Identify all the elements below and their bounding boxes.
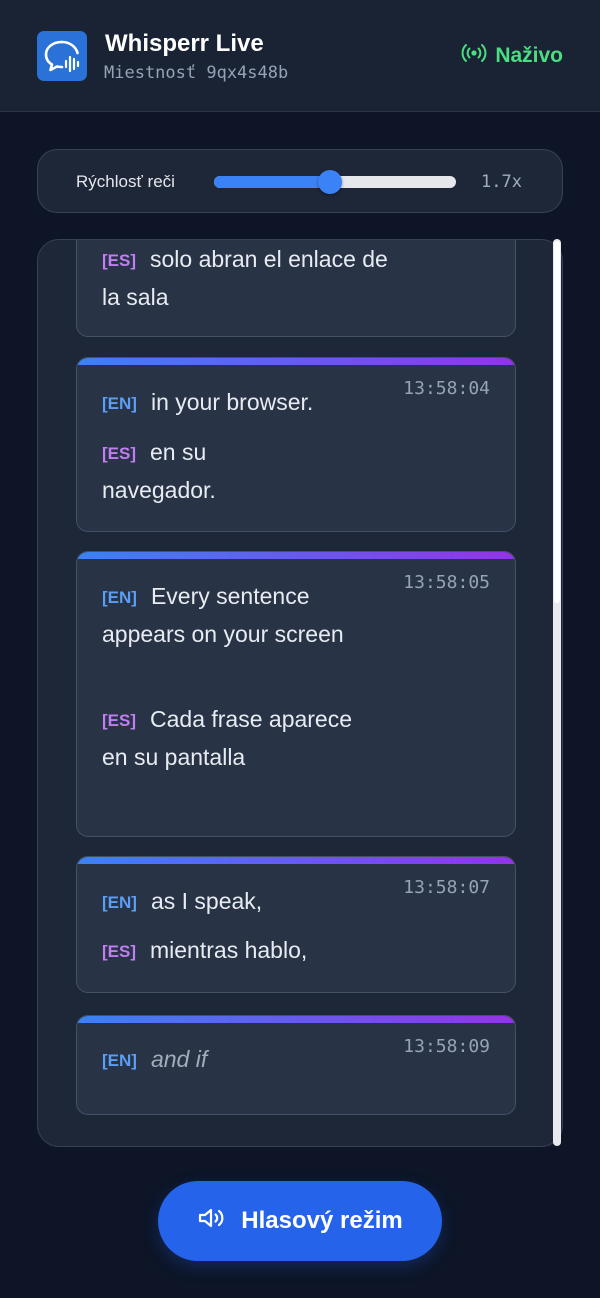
speed-value: 1.7x xyxy=(481,172,522,192)
segment-accent-bar xyxy=(77,552,515,559)
speaker-icon xyxy=(197,1206,227,1237)
es-language-tag: [ES] xyxy=(102,942,136,961)
segment-en-text: in your browser. xyxy=(150,389,314,415)
transcript-feed[interactable]: [ES] solo abran el enlace de la sala 13:5… xyxy=(37,239,563,1147)
segment-en-line: [EN] and if xyxy=(102,1041,402,1079)
es-language-tag: [ES] xyxy=(102,444,136,463)
transcript-segment: 13:58:04 [EN] in your browser. [ES] en su … xyxy=(76,357,516,532)
en-language-tag: [EN] xyxy=(102,394,137,413)
segment-en-text: as I speak, xyxy=(150,888,263,914)
segment-es-text: solo abran el enlace de la sala xyxy=(102,246,388,310)
broadcast-icon xyxy=(461,43,487,69)
segment-en-text: Every sentence appears on your screen xyxy=(102,583,344,647)
es-language-tag: [ES] xyxy=(102,251,136,270)
segment-es-text: Cada frase aparece en su pantalla xyxy=(102,706,353,770)
speed-slider-fill xyxy=(214,176,331,188)
room-id: Miestnosť 9qx4s48b xyxy=(104,63,289,83)
chat-waveform-icon xyxy=(37,31,87,81)
voice-mode-button[interactable]: Hlasový režim xyxy=(158,1181,442,1261)
segment-timestamp: 13:58:04 xyxy=(403,378,490,399)
speed-slider-thumb[interactable] xyxy=(318,170,343,194)
segment-timestamp: 13:58:05 xyxy=(403,572,490,593)
voice-mode-label: Hlasový režim xyxy=(241,1207,403,1234)
segment-es-line: [ES] en su navegador. xyxy=(102,434,302,509)
en-language-tag: [EN] xyxy=(102,588,137,607)
feed-scrollbar-thumb[interactable] xyxy=(554,241,560,603)
live-status: Naživo xyxy=(461,43,563,69)
app-title: Whisperr Live xyxy=(105,30,264,57)
transcript-segment: [ES] solo abran el enlace de la sala xyxy=(76,240,516,337)
segment-es-text: mientras hablo, xyxy=(150,937,308,963)
transcript-segment: 13:58:05 [EN] Every sentence appears on y… xyxy=(76,551,516,837)
speed-label: Rýchlosť reči xyxy=(76,172,175,191)
segment-es-line: [ES] mientras hablo, xyxy=(102,932,402,970)
segment-es-line: [ES] Cada frase aparece en su pantalla xyxy=(102,701,352,776)
segment-accent-bar xyxy=(77,358,515,365)
segment-en-text-interim: and if xyxy=(150,1046,208,1072)
segment-timestamp: 13:58:07 xyxy=(403,877,490,898)
transcript-segment-interim: 13:58:09 [EN] and if xyxy=(76,1015,516,1115)
segment-en-line: [EN] Every sentence appears on your scree… xyxy=(102,578,372,653)
en-language-tag: [EN] xyxy=(102,893,137,912)
en-language-tag: [EN] xyxy=(102,1051,137,1070)
segment-accent-bar xyxy=(77,1016,515,1023)
app-header: Whisperr Live Miestnosť 9qx4s48b Naživo xyxy=(0,0,600,112)
feed-scrollbar[interactable] xyxy=(553,239,561,1146)
live-label: Naživo xyxy=(495,44,563,67)
segment-en-line: [EN] in your browser. xyxy=(102,384,402,422)
transcript-segment: 13:58:07 [EN] as I speak, [ES] mientras ha… xyxy=(76,856,516,993)
segment-en-line: [EN] as I speak, xyxy=(102,883,402,921)
segment-timestamp: 13:58:09 xyxy=(403,1036,490,1057)
speech-speed-control: Rýchlosť reči 1.7x xyxy=(37,149,563,213)
segment-es-line: [ES] solo abran el enlace de la sala xyxy=(102,241,392,316)
es-language-tag: [ES] xyxy=(102,711,136,730)
segment-accent-bar xyxy=(77,857,515,864)
